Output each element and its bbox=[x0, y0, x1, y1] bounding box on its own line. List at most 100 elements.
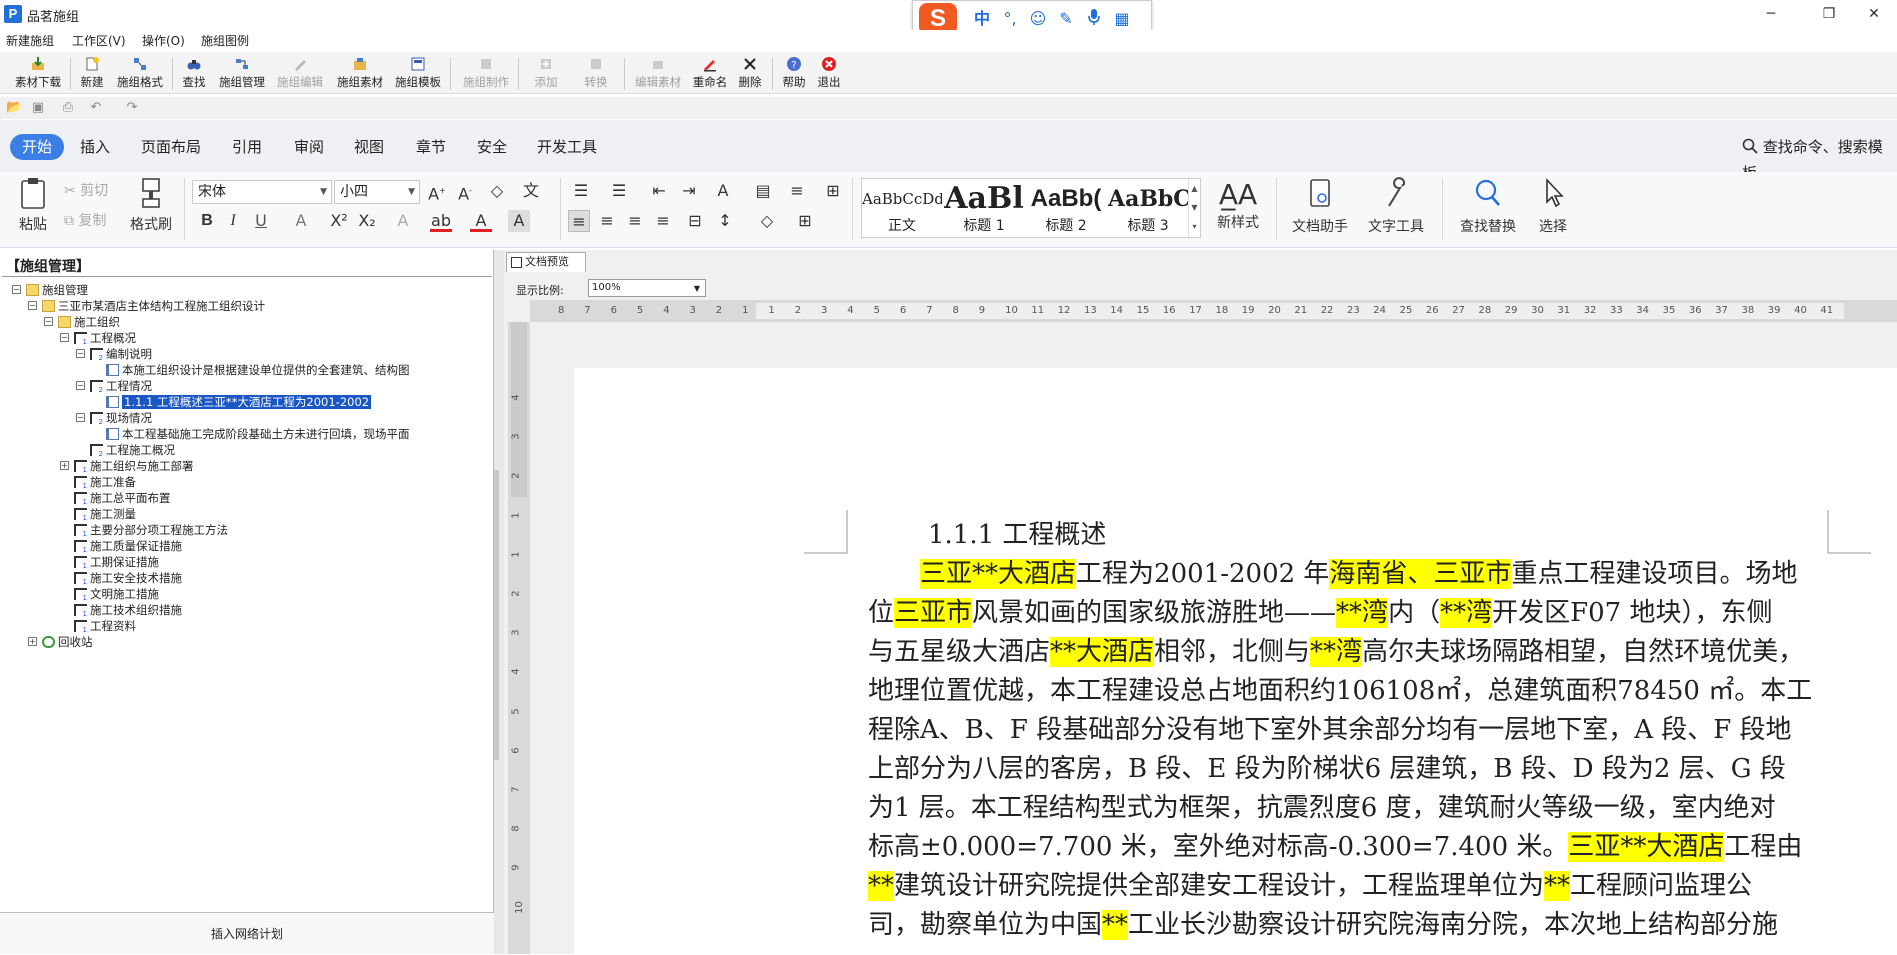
tree-node[interactable]: 1 施工准备 bbox=[74, 474, 136, 490]
tree-node[interactable]: − 施组管理 bbox=[12, 282, 88, 298]
tab-start[interactable]: 开始 bbox=[10, 134, 65, 160]
ime-lang-toggle[interactable]: 中 bbox=[971, 8, 993, 30]
document-page[interactable]: 1.1.1 工程概述 三亚**大酒店工程为2001-2002 年海南省、三亚市重… bbox=[574, 368, 1897, 954]
style-heading-2[interactable]: AaBb( 标题 2 bbox=[1026, 179, 1106, 237]
highlight-icon[interactable]: ab bbox=[430, 210, 452, 232]
ime-mic-icon[interactable] bbox=[1083, 8, 1105, 30]
numbered-list-icon[interactable]: ☰ bbox=[608, 180, 630, 202]
horizontal-ruler[interactable]: 8 7 6 5 4 3 2 1 1 2 3 4 5 6 7 8 9 10 11 12 13 14 15 16 17 18 19 20 2… bbox=[530, 300, 1897, 322]
superscript-icon[interactable]: X² bbox=[328, 210, 350, 232]
shading-icon[interactable]: ◇ bbox=[756, 210, 778, 232]
align-right-icon[interactable]: ≡ bbox=[624, 210, 646, 232]
tab-insert[interactable]: 插入 bbox=[80, 134, 110, 160]
undo-icon[interactable]: ↶ bbox=[88, 100, 104, 116]
menu-new-plan[interactable]: 新建施组 bbox=[6, 32, 54, 49]
collapse-icon[interactable]: − bbox=[60, 333, 69, 342]
tree-node[interactable]: 1 施工总平面布置 bbox=[74, 490, 171, 506]
styles-scroll[interactable]: ▲ ▼ ▾ bbox=[1188, 179, 1200, 237]
edit-material-button[interactable]: 编辑素材 bbox=[632, 56, 684, 92]
collapse-icon[interactable]: − bbox=[12, 285, 21, 294]
maximize-button[interactable]: ❐ bbox=[1806, 0, 1852, 28]
download-material-button[interactable]: 素材下载 bbox=[12, 56, 64, 92]
tree-node[interactable]: 2 工程施工概况 bbox=[90, 442, 175, 458]
tree-node[interactable]: +1 施工组织与施工部署 bbox=[60, 458, 194, 474]
select-button[interactable]: 选择 bbox=[1530, 176, 1576, 236]
cut-button[interactable]: ✂ 剪切 bbox=[64, 180, 124, 200]
open-icon[interactable]: 📂 bbox=[6, 100, 22, 116]
menu-operation[interactable]: 操作(O) bbox=[142, 32, 185, 49]
print-icon[interactable]: ⎙ bbox=[60, 100, 76, 116]
strikethrough-icon[interactable]: A bbox=[290, 210, 312, 232]
add-button[interactable]: 添加 bbox=[526, 56, 566, 92]
bold-icon[interactable]: B bbox=[196, 210, 218, 232]
copy-button[interactable]: ⧉ 复制 bbox=[64, 210, 124, 230]
tab-doc-preview[interactable]: 文档预览 bbox=[506, 252, 586, 272]
doc-helper-button[interactable]: 文档助手 bbox=[1288, 176, 1352, 236]
tree-node[interactable]: 1.1.1 工程概述三亚**大酒店工程为2001-2002 bbox=[106, 394, 373, 410]
collapse-icon[interactable]: − bbox=[76, 349, 85, 358]
tree-node[interactable]: 1 文明施工措施 bbox=[74, 586, 159, 602]
char-shading-icon[interactable]: A bbox=[508, 210, 530, 232]
line-spacing-icon[interactable]: ≡ bbox=[786, 180, 808, 202]
ime-skin-icon[interactable]: ✎ bbox=[1055, 8, 1077, 30]
help-button[interactable]: ? 帮助 bbox=[780, 56, 808, 92]
tree-node[interactable]: −2 编制说明 bbox=[76, 346, 152, 362]
text-direction-icon[interactable]: A bbox=[712, 180, 734, 202]
paragraph-spacing-icon[interactable]: ↕ bbox=[714, 210, 736, 232]
shrink-font-icon[interactable]: A- bbox=[454, 180, 476, 203]
collapse-icon[interactable]: − bbox=[76, 413, 85, 422]
format-painter-button[interactable]: 格式刷 bbox=[126, 176, 176, 234]
phonetic-icon[interactable]: 文 bbox=[520, 180, 542, 202]
distribute-icon[interactable]: ⊟ bbox=[684, 210, 706, 232]
command-search[interactable]: 查找命令、搜索模板 bbox=[1742, 134, 1897, 182]
tree-node[interactable]: 1 工期保证措施 bbox=[74, 554, 159, 570]
tree-node[interactable]: 1 施工测量 bbox=[74, 506, 136, 522]
tab-page-layout[interactable]: 页面布局 bbox=[141, 134, 201, 160]
style-normal[interactable]: AaBbCcDd 正文 bbox=[862, 179, 942, 237]
plan-make-button[interactable]: 施组制作 bbox=[460, 56, 512, 92]
text-tools-button[interactable]: 文字工具 bbox=[1360, 176, 1432, 236]
plan-manage-button[interactable]: 施组管理 bbox=[216, 56, 268, 92]
decrease-indent-icon[interactable]: ⇤ bbox=[648, 180, 670, 202]
minimize-button[interactable]: ─ bbox=[1748, 0, 1794, 28]
expand-icon[interactable]: + bbox=[28, 637, 37, 646]
subscript-icon[interactable]: X₂ bbox=[356, 210, 378, 232]
close-button[interactable]: ✕ bbox=[1851, 0, 1897, 28]
increase-indent-icon[interactable]: ⇥ bbox=[678, 180, 700, 202]
delete-button[interactable]: 删除 bbox=[736, 56, 764, 92]
tree-node[interactable]: + 回收站 bbox=[28, 634, 93, 650]
tree-node[interactable]: 1 施工技术组织措施 bbox=[74, 602, 182, 618]
new-style-button[interactable]: A̲A 新样式 bbox=[1208, 176, 1268, 232]
vertical-ruler[interactable]: 4 3 2 1 1 2 3 4 5 6 7 8 9 10 bbox=[508, 322, 530, 954]
paste-button[interactable]: 粘贴 bbox=[10, 176, 56, 234]
font-size-select[interactable]: 小四 ▼ bbox=[334, 180, 420, 204]
tab-view[interactable]: 视图 bbox=[354, 134, 384, 160]
tab-security[interactable]: 安全 bbox=[477, 134, 507, 160]
tree-node[interactable]: 1 施工质量保证措施 bbox=[74, 538, 182, 554]
new-button[interactable]: 新建 bbox=[78, 56, 106, 92]
expand-icon[interactable]: + bbox=[60, 461, 69, 470]
menu-legend[interactable]: 施组图例 bbox=[201, 32, 249, 49]
collapse-icon[interactable]: − bbox=[28, 301, 37, 310]
tree-node[interactable]: 1 主要分部分项工程施工方法 bbox=[74, 522, 228, 538]
align-left-icon[interactable]: ≡ bbox=[568, 210, 590, 232]
collapse-icon[interactable]: − bbox=[44, 317, 53, 326]
convert-button[interactable]: 转换 bbox=[576, 56, 616, 92]
font-color-icon[interactable]: A bbox=[470, 210, 492, 232]
collapse-icon[interactable]: − bbox=[76, 381, 85, 390]
tree-node[interactable]: 本施工组织设计是根据建设单位提供的全套建筑、结构图 bbox=[106, 362, 410, 378]
redo-icon[interactable]: ↷ bbox=[124, 100, 140, 116]
tab-developer[interactable]: 开发工具 bbox=[537, 134, 597, 160]
menu-workspace[interactable]: 工作区(V) bbox=[72, 32, 126, 49]
tree-node[interactable]: 1 工程资料 bbox=[74, 618, 136, 634]
style-heading-3[interactable]: AaBbC 标题 3 bbox=[1108, 179, 1188, 237]
panel-splitter[interactable] bbox=[494, 250, 504, 954]
italic-icon[interactable]: I bbox=[222, 210, 244, 232]
tab-review[interactable]: 审阅 bbox=[294, 134, 324, 160]
align-center-icon[interactable]: ≡ bbox=[596, 210, 618, 232]
zoom-select[interactable]: 100% ▼ bbox=[588, 279, 706, 297]
exit-button[interactable]: 退出 bbox=[815, 56, 843, 92]
clear-format-icon[interactable]: ◇ bbox=[486, 180, 508, 202]
plan-edit-button[interactable]: 施组编辑 bbox=[274, 56, 326, 92]
border-icon[interactable]: ⊞ bbox=[794, 210, 816, 232]
